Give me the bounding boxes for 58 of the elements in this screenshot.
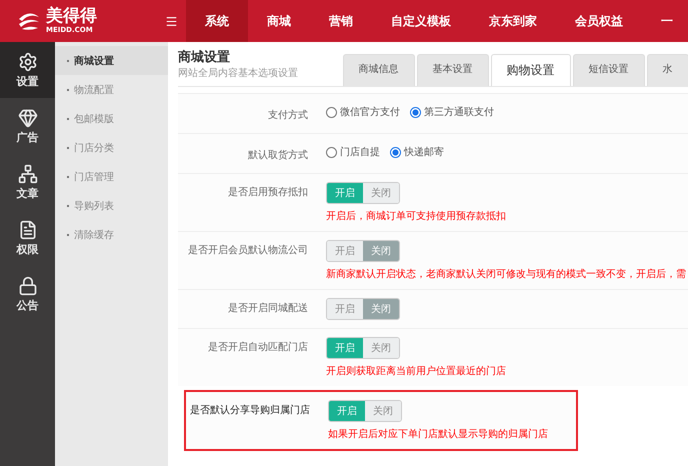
radio-option[interactable]: 微信官方支付 bbox=[326, 105, 400, 119]
setting-label: 是否开启同城配送 bbox=[227, 302, 309, 316]
page-subtitle: 网站全局内容基本选项设置 bbox=[178, 66, 299, 80]
tab[interactable]: 基本设置 bbox=[416, 54, 489, 86]
top-nav-item[interactable]: 系统 bbox=[186, 0, 248, 42]
radio-option[interactable]: 第三方通联支付 bbox=[410, 105, 494, 119]
top-nav-item[interactable]: 京东到家 bbox=[470, 0, 556, 42]
settings-icon bbox=[18, 52, 38, 72]
setting-label: 默认取货方式 bbox=[247, 148, 309, 162]
network-icon bbox=[18, 164, 38, 184]
setting-label: 是否开启会员默认物流公司 bbox=[187, 244, 309, 258]
sidebar-item[interactable]: 权限 bbox=[0, 210, 55, 266]
setting-label: 是否开启自动匹配门店 bbox=[207, 340, 309, 355]
tab[interactable]: 水 bbox=[646, 54, 688, 86]
lock-icon bbox=[18, 276, 38, 296]
sidebar-item[interactable]: 广告 bbox=[0, 98, 55, 154]
sidebar-label: 设置 bbox=[16, 74, 38, 88]
tab[interactable]: 短信设置 bbox=[572, 54, 645, 86]
radio-option[interactable]: 快递邮寄 bbox=[390, 145, 444, 159]
submenu-item[interactable]: 商城设置 bbox=[55, 46, 168, 75]
tab[interactable]: 商城信息 bbox=[342, 54, 415, 86]
hint-text: 新商家默认开启状态，老商家默认关闭可修改与现有的模式一致不变，开启后，需 bbox=[326, 268, 686, 281]
page-title: 商城设置 bbox=[178, 48, 231, 66]
top-nav-item[interactable]: 商城 bbox=[248, 0, 310, 42]
tab[interactable]: 购物设置 bbox=[490, 54, 571, 86]
file-icon bbox=[18, 220, 38, 240]
off-button[interactable]: 关闭 bbox=[363, 183, 399, 203]
submenu-item[interactable]: 导购列表 bbox=[55, 191, 168, 220]
sidebar-item[interactable]: 文章 bbox=[0, 154, 55, 210]
radio-button[interactable] bbox=[326, 106, 337, 118]
on-button[interactable]: 开启 bbox=[327, 241, 363, 261]
off-button[interactable]: 关闭 bbox=[365, 401, 401, 421]
setting-label: 支付方式 bbox=[267, 108, 309, 122]
sidebar-label: 文章 bbox=[16, 186, 38, 200]
top-nav-item[interactable]: 自定义模板 bbox=[372, 0, 470, 42]
radio-button[interactable] bbox=[326, 146, 337, 158]
logo-name: 美得得 bbox=[46, 8, 97, 25]
top-nav-item[interactable]: 营销 bbox=[310, 0, 372, 42]
sidebar-label: 广告 bbox=[16, 130, 38, 144]
radio-button[interactable] bbox=[390, 146, 401, 158]
setting-label: 是否默认分享导购归属门店 bbox=[189, 404, 311, 418]
off-button[interactable]: 关闭 bbox=[363, 338, 399, 358]
on-button[interactable]: 开启 bbox=[327, 299, 363, 319]
radio-option[interactable]: 门店自提 bbox=[326, 145, 380, 159]
setting-label: 是否启用预存抵扣 bbox=[227, 186, 309, 200]
top-nav-item[interactable]: 一 bbox=[642, 0, 688, 42]
hint-text: 开启后，商城订单可支持使用预存款抵扣 bbox=[326, 210, 506, 223]
sidebar-label: 权限 bbox=[16, 242, 38, 256]
hint-text: 如果开启后对应下单门店默认显示导购的归属门店 bbox=[328, 428, 548, 441]
submenu-item[interactable]: 清除缓存 bbox=[55, 220, 168, 249]
sidebar-item[interactable]: 公告 bbox=[0, 266, 55, 322]
sidebar-item[interactable]: 设置 bbox=[0, 42, 55, 98]
top-nav-item[interactable]: 会员权益 bbox=[556, 0, 642, 42]
radio-button[interactable] bbox=[410, 106, 421, 118]
submenu-item[interactable]: 物流配置 bbox=[55, 75, 168, 104]
hint-text: 开启则获取距离当前用户位置最近的门店 bbox=[326, 364, 506, 378]
sidebar-label: 公告 bbox=[16, 298, 38, 312]
gem-icon bbox=[18, 108, 38, 128]
